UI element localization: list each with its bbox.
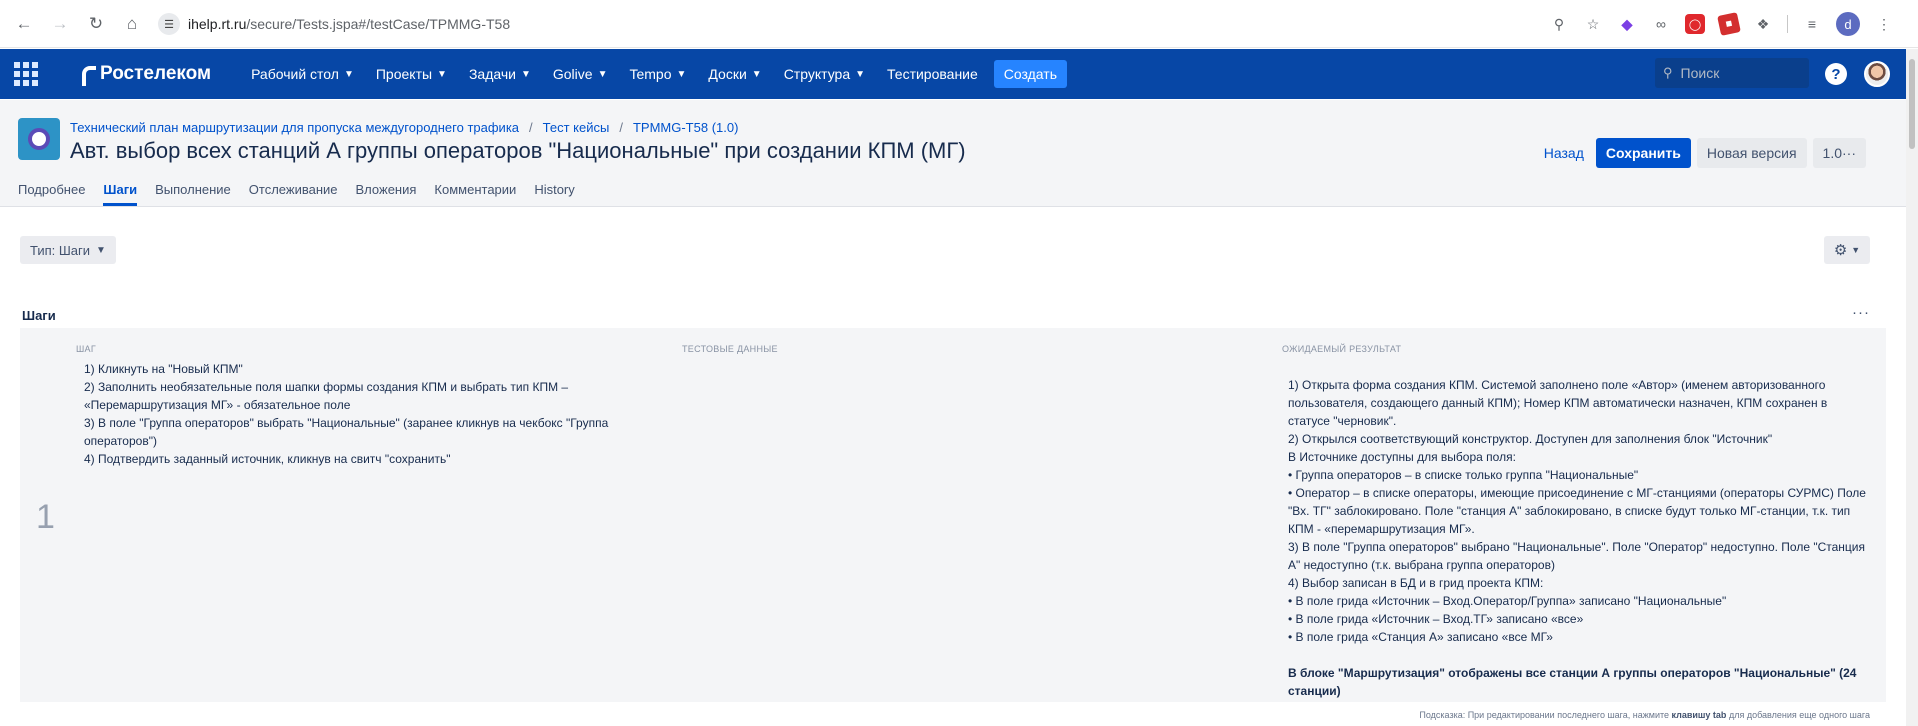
zoom-icon[interactable]: ⚲	[1549, 14, 1569, 34]
extension-red-icon[interactable]: ◯	[1685, 14, 1705, 34]
extension-cube-icon[interactable]: ■	[1717, 12, 1741, 36]
extension-bike-icon[interactable]: ∞	[1651, 14, 1671, 34]
settings-button[interactable]: ⚙ ▼	[1824, 236, 1870, 264]
kebab-menu-icon[interactable]: ⋮	[1874, 14, 1894, 34]
column-header-step: Шаг	[76, 344, 97, 354]
profile-avatar[interactable]: d	[1836, 12, 1860, 36]
chevron-down-icon: ▼	[1851, 245, 1861, 255]
more-icon: ···	[1842, 145, 1856, 161]
top-navigation: Ростелеком Рабочий стол ▼ Проекты ▼ Задачи…	[0, 49, 1918, 99]
breadcrumb: Технический план маршрутизации для пропу…	[70, 120, 738, 135]
extensions-puzzle-icon[interactable]: ❖	[1753, 14, 1773, 34]
step-description[interactable]: 1) Кликнуть на "Новый КПМ" 2) Заполнить …	[84, 360, 644, 468]
tab-attachments[interactable]: Вложения	[356, 182, 417, 206]
save-button[interactable]: Сохранить	[1595, 138, 1691, 168]
type-dropdown[interactable]: Тип: Шаги ▼	[20, 236, 116, 264]
extension-diamond-icon[interactable]: ◆	[1617, 14, 1637, 34]
forward-arrow-icon[interactable]: →	[44, 8, 76, 40]
menu-boards[interactable]: Доски ▼	[708, 66, 761, 82]
step-row[interactable]: Шаг Тестовые данные Ожидаемый результат …	[20, 328, 1886, 702]
url-host: ihelp.rt.ru	[188, 16, 247, 32]
logo-mark-icon	[82, 66, 96, 86]
tab-history[interactable]: History	[534, 182, 574, 206]
tab-bar: Подробнее Шаги Выполнение Отслеживание В…	[18, 182, 575, 206]
more-icon[interactable]: ···	[1852, 304, 1870, 321]
back-arrow-icon[interactable]: ←	[8, 8, 40, 40]
gear-icon: ⚙	[1833, 242, 1848, 259]
tab-comments[interactable]: Комментарии	[434, 182, 516, 206]
menu-dashboard[interactable]: Рабочий стол ▼	[251, 66, 354, 82]
breadcrumb-separator: /	[529, 120, 533, 135]
app-switcher-icon[interactable]	[14, 62, 38, 86]
header-actions: Назад Сохранить Новая версия 1.0···	[1544, 138, 1866, 168]
keyboard-hint: Подсказка: При редактировании последнего…	[1419, 710, 1870, 720]
step-number: 1	[36, 498, 55, 536]
back-link[interactable]: Назад	[1544, 145, 1584, 161]
search-input[interactable]	[1680, 65, 1791, 81]
search-box: ⚲	[1655, 58, 1809, 88]
bookmark-star-icon[interactable]: ☆	[1583, 14, 1603, 34]
page-header: Технический план маршрутизации для пропу…	[18, 116, 1898, 176]
main-content: Технический план маршрутизации для пропу…	[0, 100, 1906, 726]
project-avatar-icon[interactable]	[18, 118, 60, 160]
scrollbar-thumb[interactable]	[1909, 59, 1915, 149]
page-scrollbar[interactable]	[1906, 49, 1918, 726]
chevron-down-icon: ▼	[520, 68, 531, 80]
browser-extensions: ⚲ ☆ ◆ ∞ ◯ ■ ❖ ≡ d ⋮	[1549, 8, 1894, 40]
chevron-down-icon: ▼	[343, 68, 354, 80]
user-avatar[interactable]	[1864, 61, 1890, 87]
breadcrumb-project[interactable]: Технический план маршрутизации для пропу…	[70, 120, 519, 135]
chevron-down-icon: ▼	[96, 244, 106, 256]
tab-steps[interactable]: Шаги	[103, 182, 138, 206]
tab-execution[interactable]: Выполнение	[155, 182, 231, 206]
type-dropdown-label: Тип: Шаги	[30, 242, 91, 258]
url-path: /secure/Tests.jspa#/testCase/TPMMG-T58	[246, 16, 511, 32]
logo[interactable]: Ростелеком	[82, 63, 212, 86]
tab-traceability[interactable]: Отслеживание	[249, 182, 338, 206]
breadcrumb-test-case-key[interactable]: TPMMG-T58 (1.0)	[633, 120, 738, 135]
address-bar[interactable]: ☰ ihelp.rt.ru /secure/Tests.jspa#/testCa…	[158, 8, 1596, 40]
menu-testing[interactable]: Тестирование	[887, 66, 978, 82]
chevron-down-icon: ▼	[676, 68, 687, 80]
help-icon[interactable]: ?	[1825, 63, 1847, 85]
expected-result-bold: В блоке "Маршрутизация" отображены все с…	[1288, 666, 1857, 698]
home-icon[interactable]: ⌂	[116, 8, 148, 40]
new-version-button[interactable]: Новая версия	[1696, 138, 1807, 168]
chevron-down-icon: ▼	[437, 68, 447, 80]
chevron-down-icon: ▼	[855, 68, 866, 80]
breadcrumb-test-cases[interactable]: Тест кейсы	[543, 120, 610, 135]
menu-golive[interactable]: Golive ▼	[553, 66, 608, 82]
page-title: Авт. выбор всех станций А группы операто…	[70, 138, 966, 163]
version-menu-button[interactable]: 1.0···	[1812, 138, 1866, 168]
expected-result[interactable]: 1) Открыта форма создания КПМ. Системой …	[1288, 376, 1868, 646]
logo-text: Ростелеком	[100, 63, 212, 84]
main-menu: Рабочий стол ▼ Проекты ▼ Задачи ▼ Golive ▼ T…	[251, 60, 1067, 88]
menu-projects[interactable]: Проекты ▼	[376, 66, 447, 82]
chevron-down-icon: ▼	[597, 68, 608, 80]
create-button[interactable]: Создать	[993, 60, 1067, 88]
breadcrumb-separator: /	[619, 120, 623, 135]
toolbar-divider	[1787, 15, 1788, 33]
menu-tempo[interactable]: Tempo ▼	[629, 66, 686, 82]
search-icon: ⚲	[1663, 65, 1673, 80]
menu-structure[interactable]: Структура ▼	[784, 66, 865, 82]
column-header-test-data: Тестовые данные	[682, 344, 778, 354]
browser-toolbar: ← → ↻ ⌂ ☰ ihelp.rt.ru /secure/Tests.jspa…	[0, 0, 1918, 48]
site-settings-icon[interactable]: ☰	[158, 13, 180, 35]
steps-section-title: Шаги	[22, 308, 56, 323]
tab-details[interactable]: Подробнее	[18, 182, 85, 206]
menu-issues[interactable]: Задачи ▼	[469, 66, 531, 82]
reload-icon[interactable]: ↻	[80, 8, 112, 40]
reading-list-icon[interactable]: ≡	[1802, 14, 1822, 34]
column-header-expected-result: Ожидаемый результат	[1282, 344, 1402, 354]
chevron-down-icon: ▼	[751, 68, 762, 80]
